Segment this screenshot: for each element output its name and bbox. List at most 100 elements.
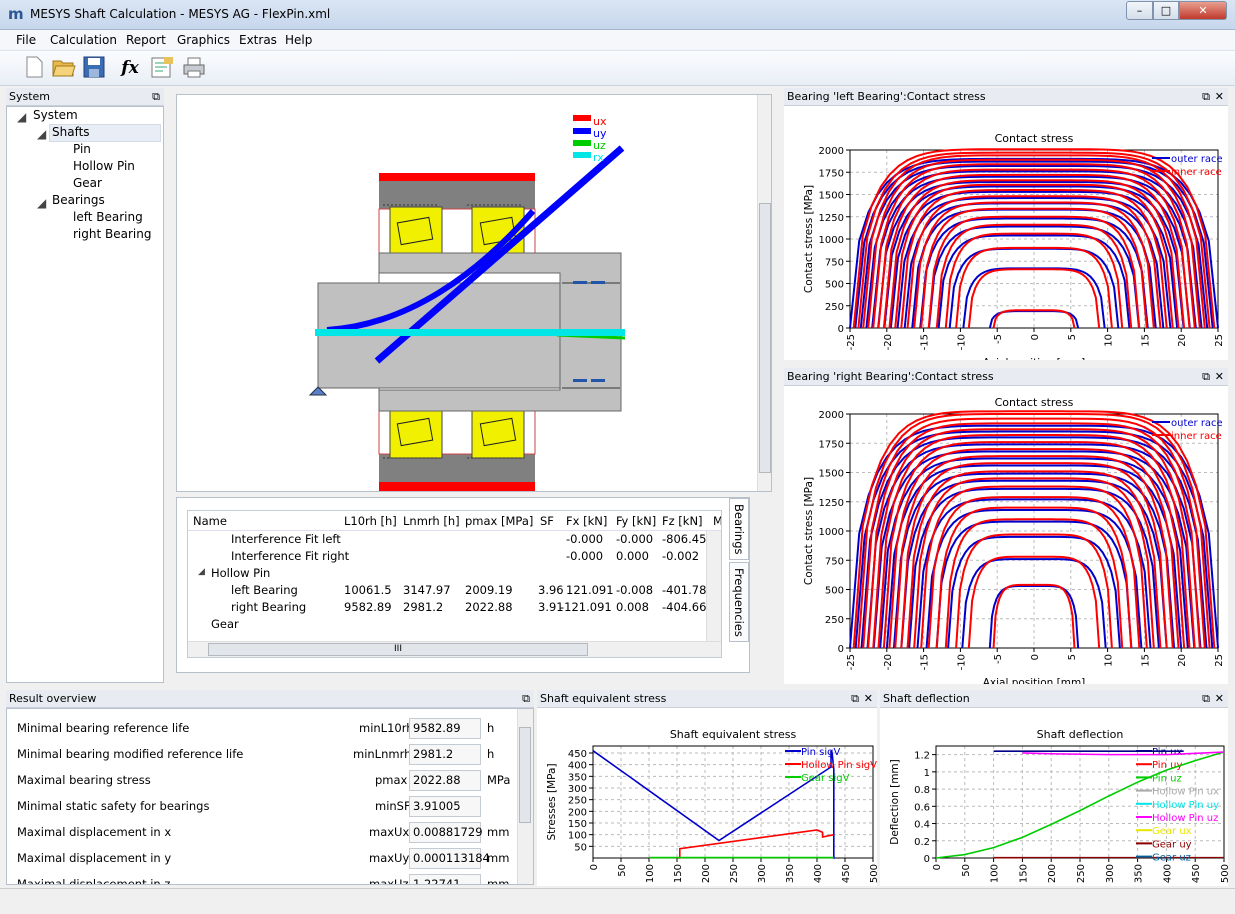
close-icon[interactable]: ✕: [1215, 368, 1224, 385]
overview-unit: h: [487, 721, 495, 735]
overview-value[interactable]: 2981.2: [409, 744, 481, 765]
overview-value[interactable]: 9582.89: [409, 718, 481, 739]
y-tick-label: 1: [924, 768, 930, 779]
x-tick-label: 350: [1134, 864, 1145, 883]
table-hscroll-thumb[interactable]: III: [208, 643, 588, 656]
overview-value[interactable]: 2022.88: [409, 770, 481, 791]
minimize-button[interactable]: –: [1126, 1, 1153, 20]
tab-bearings[interactable]: Bearings: [729, 498, 749, 560]
overview-value[interactable]: 0.00881729: [409, 822, 483, 843]
row-name[interactable]: Gear: [211, 617, 239, 631]
system-tree: ◢ System ◢ Shafts Pin Hollow Pin Gear ◢ …: [6, 106, 164, 683]
row-name[interactable]: Interference Fit right: [231, 549, 349, 563]
y-tick-label: 500: [825, 586, 844, 597]
expand-icon[interactable]: ◢: [198, 567, 205, 577]
y-tick-label: 1250: [819, 498, 844, 509]
overview-scroll-thumb[interactable]: [519, 727, 531, 823]
tree-item-hollow-pin[interactable]: Hollow Pin: [73, 159, 135, 173]
menu-report[interactable]: Report: [126, 33, 166, 47]
legend-rx: rx: [593, 151, 604, 164]
report-icon[interactable]: [150, 56, 174, 80]
legend-label: Gear uz: [1152, 853, 1191, 864]
x-tick-label: -15: [920, 334, 931, 350]
y-tick-label: 2000: [819, 146, 844, 157]
x-tick-label: 250: [729, 864, 740, 883]
tree-item-right-bearing[interactable]: right Bearing: [73, 227, 151, 241]
maximize-button[interactable]: □: [1153, 1, 1179, 20]
y-axis-label: Deflection [mm]: [889, 759, 901, 845]
col-pmax[interactable]: pmax [MPa]: [465, 514, 533, 528]
system-panel-title: System ⧉: [6, 88, 164, 106]
shaft-stress-panel: Shaft equivalent stress ⧉ ✕ Shaft equivale…: [537, 690, 880, 899]
tree-item-bearings[interactable]: Bearings: [52, 193, 105, 207]
row-name[interactable]: Interference Fit left: [231, 532, 341, 546]
col-lnmrh[interactable]: Lnmrh [h]: [403, 514, 460, 528]
open-icon[interactable]: [52, 56, 76, 80]
expand-icon[interactable]: ◢: [37, 196, 46, 210]
float-icon[interactable]: ⧉: [1202, 368, 1210, 385]
float-icon[interactable]: ⧉: [851, 690, 859, 707]
shaft-view[interactable]: ux uy uz rx: [176, 94, 772, 492]
formula-icon[interactable]: fx: [118, 56, 142, 80]
overview-value[interactable]: 3.91005: [409, 796, 481, 817]
y-tick-label: 200: [568, 807, 587, 818]
x-tick-label: 450: [1191, 864, 1202, 883]
close-button[interactable]: ✕: [1179, 1, 1227, 20]
overview-unit: mm: [487, 825, 510, 839]
legend-label: Pin uz: [1152, 773, 1182, 784]
close-icon[interactable]: ✕: [864, 690, 873, 707]
overview-label: Maximal displacement in x: [17, 825, 172, 839]
cell: -0.000: [566, 549, 604, 563]
menu-calculation[interactable]: Calculation: [50, 33, 117, 47]
row-name[interactable]: left Bearing: [231, 583, 298, 597]
row-name[interactable]: Hollow Pin: [211, 566, 270, 580]
view-scrollbar[interactable]: [757, 95, 771, 491]
close-icon[interactable]: ✕: [1215, 690, 1224, 707]
x-tick-label: 15: [1140, 654, 1151, 667]
float-icon[interactable]: ⧉: [522, 690, 530, 707]
tree-item-gear[interactable]: Gear: [73, 176, 102, 190]
y-tick-label: 300: [568, 784, 587, 795]
table-vscrollbar[interactable]: [706, 531, 721, 641]
col-fz[interactable]: Fz [kN]: [662, 514, 703, 528]
float-icon[interactable]: ⧉: [1202, 88, 1210, 105]
panel-title: Bearing 'right Bearing':Contact stress ⧉ ✕: [784, 368, 1228, 386]
overview-label: Minimal bearing reference life: [17, 721, 190, 735]
menu-help[interactable]: Help: [285, 33, 312, 47]
tab-frequencies[interactable]: Frequencies: [729, 562, 749, 642]
x-tick-label: 0: [589, 864, 600, 870]
x-tick-label: 25: [1214, 654, 1225, 667]
panel-title-text: Shaft deflection: [883, 692, 970, 705]
menu-graphics[interactable]: Graphics: [177, 33, 230, 47]
print-icon[interactable]: [182, 56, 206, 80]
tree-item-pin[interactable]: Pin: [73, 142, 91, 156]
expand-icon[interactable]: ◢: [17, 110, 26, 124]
overview-symbol: maxUy: [369, 851, 410, 865]
float-icon[interactable]: ⧉: [152, 88, 160, 105]
title-bar: m MESYS Shaft Calculation - MESYS AG - F…: [0, 0, 1235, 30]
col-m[interactable]: M: [713, 514, 721, 528]
col-sf[interactable]: SF: [540, 514, 554, 528]
y-tick-label: 0.8: [914, 785, 930, 796]
view-scrollbar-thumb[interactable]: [759, 203, 771, 473]
col-l10rh[interactable]: L10rh [h]: [344, 514, 397, 528]
overview-value[interactable]: 1.22741: [409, 874, 481, 884]
menu-file[interactable]: File: [16, 33, 36, 47]
row-name[interactable]: right Bearing: [231, 600, 306, 614]
menu-extras[interactable]: Extras: [239, 33, 277, 47]
col-fx[interactable]: Fx [kN]: [566, 514, 607, 528]
float-icon[interactable]: ⧉: [1202, 690, 1210, 707]
tree-item-system[interactable]: System: [33, 108, 78, 122]
tree-item-shafts[interactable]: Shafts: [52, 125, 90, 139]
new-icon[interactable]: [22, 56, 46, 80]
tree-item-left-bearing[interactable]: left Bearing: [73, 210, 143, 224]
col-fy[interactable]: Fy [kN]: [616, 514, 656, 528]
col-name[interactable]: Name: [193, 514, 227, 528]
save-icon[interactable]: [82, 56, 106, 80]
x-tick-label: 10: [1104, 334, 1115, 347]
expand-icon[interactable]: ◢: [37, 127, 46, 141]
close-icon[interactable]: ✕: [1215, 88, 1224, 105]
right-bearing-stress-panel: Bearing 'right Bearing':Contact stress ⧉ ✕…: [784, 368, 1228, 689]
panel-title-text: Bearing 'left Bearing':Contact stress: [787, 90, 986, 103]
overview-value[interactable]: 0.000113184: [409, 848, 490, 869]
